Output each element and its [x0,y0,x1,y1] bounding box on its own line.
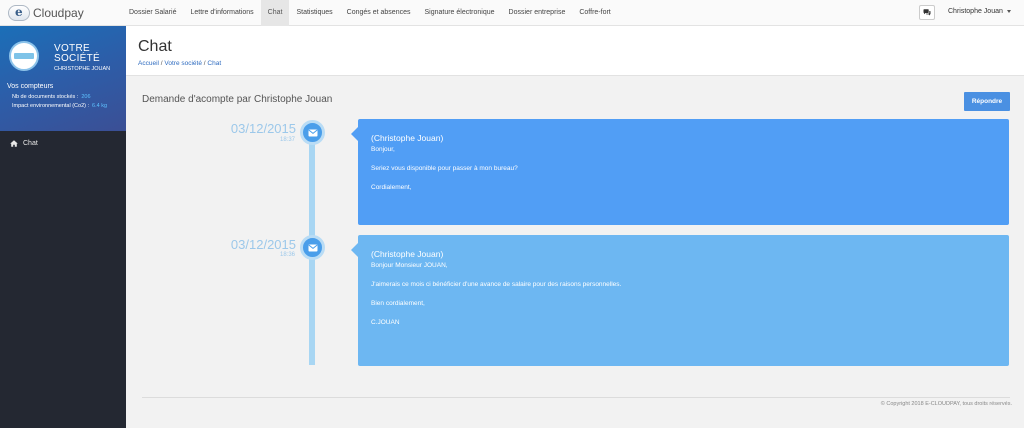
envelope-icon [300,235,325,260]
chat-bubble-icon [923,9,931,16]
message-date: 03/12/2015 [230,121,296,136]
page-title: Chat [138,38,172,55]
message-line: J'aimerais ce mois ci bénéficier d'une a… [371,281,622,288]
message-author: (Christophe Jouan) [371,133,444,143]
brand-name: Cloudpay [33,6,84,20]
counter-label: Nb de documents stockés : [12,94,79,100]
user-menu[interactable]: Christophe Jouan [948,0,1011,24]
footer-copyright: © Copyright 2018 E-CLOUDPAY, tous droits… [880,401,1012,407]
user-name: Christophe Jouan [948,8,1003,15]
counters-title: Vos compteurs [7,83,54,90]
message-line: Seriez vous disponible pour passer à mon… [371,165,518,172]
nav-item-dossier-entreprise[interactable]: Dossier entreprise [502,0,573,26]
counter-value: 206 [81,94,91,100]
breadcrumb: Accueil / Votre société / Chat [138,60,222,67]
envelope-icon [300,120,325,145]
footer-divider [142,397,1010,398]
caret-down-icon [1006,9,1011,13]
page-header: Chat Accueil / Votre société / Chat [126,26,1024,76]
brand-logo[interactable]: e Cloudpay [8,4,84,22]
company-logo-mark [14,53,34,59]
message-line: Cordialement, [371,184,412,191]
message-line: Bonjour Monsieur JOUAN, [371,262,448,269]
sidebar-item-chat[interactable]: Chat [10,140,38,147]
nav-item-signature-electronique[interactable]: Signature électronique [417,0,501,26]
breadcrumb-chat[interactable]: Chat [207,60,221,67]
reply-button[interactable]: Répondre [964,92,1010,111]
breadcrumb-accueil[interactable]: Accueil [138,60,159,67]
message-time: 18:36 [279,252,295,258]
nav-item-conges-absences[interactable]: Congés et absences [340,0,418,26]
top-navbar: e Cloudpay Dossier Salarié Lettre d'info… [0,0,1024,26]
company-name: VOTRE SOCIÉTÉ [54,43,100,64]
message-line: C.JOUAN [371,319,400,326]
chat-toggle-button[interactable] [919,5,935,20]
nav-item-statistiques[interactable]: Statistiques [289,0,339,26]
nav-item-chat[interactable]: Chat [260,0,290,26]
nav-item-lettre-informations[interactable]: Lettre d'informations [183,0,260,26]
message-card: (Christophe Jouan) Bonjour Monsieur JOUA… [351,235,1009,366]
message-line: Bien cordialement, [371,300,425,307]
message-date: 03/12/2015 [230,237,296,252]
main-nav: Dossier Salarié Lettre d'informations Ch… [122,0,618,26]
main-content: Chat Accueil / Votre société / Chat Dema… [126,26,1024,428]
counter-documents: Nb de documents stockés :206 [12,94,91,100]
company-logo [9,41,39,71]
counter-label: Impact environnemental (Co2) : [12,103,90,109]
message-line: Bonjour, [371,146,395,153]
sidebar-header: VOTRE SOCIÉTÉ CHRISTOPHE JOUAN Vos compt… [0,26,126,131]
conversation-title: Demande d'acompte par Christophe Jouan [142,94,333,105]
sidebar: VOTRE SOCIÉTÉ CHRISTOPHE JOUAN Vos compt… [0,26,126,428]
company-user: CHRISTOPHE JOUAN [54,66,111,72]
home-icon [10,140,18,147]
nav-item-coffre-fort[interactable]: Coffre-fort [572,0,617,26]
breadcrumb-votre-societe[interactable]: Votre société [164,60,202,67]
message-time: 18:37 [279,137,295,143]
message-author: (Christophe Jouan) [371,249,444,259]
counter-value: 6.4 kg [92,103,108,109]
counter-co2: Impact environnemental (Co2) :6.4 kg [12,103,107,109]
sidebar-item-label: Chat [23,140,38,147]
cloud-logo-icon: e [8,5,30,21]
message-card: (Christophe Jouan) Bonjour, Seriez vous … [351,119,1009,225]
nav-item-dossier-salarie[interactable]: Dossier Salarié [122,0,183,26]
